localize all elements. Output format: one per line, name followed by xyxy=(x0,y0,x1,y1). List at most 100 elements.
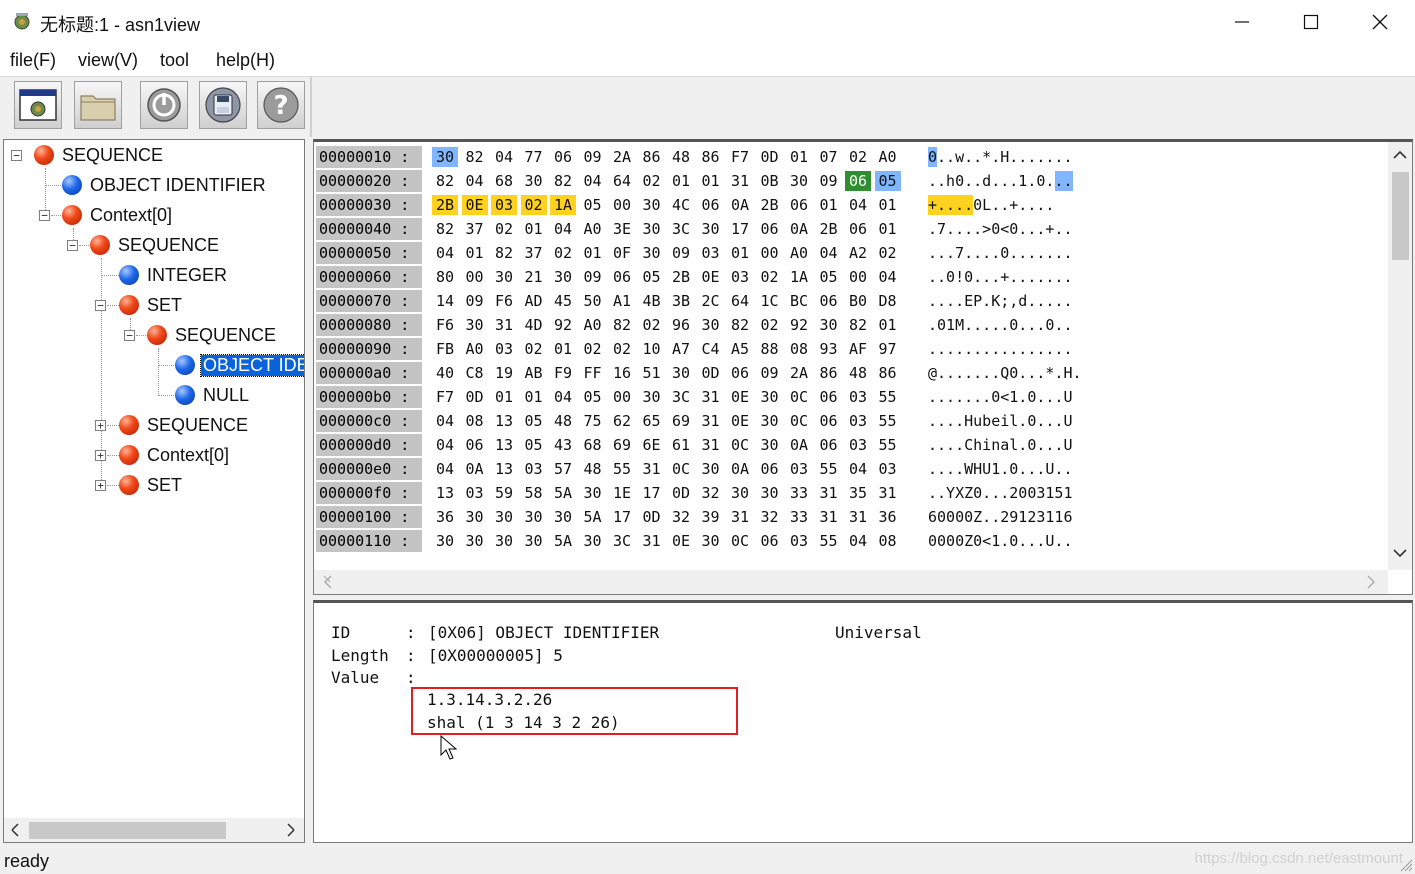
hex-byte[interactable]: B0 xyxy=(845,291,871,311)
hex-byte[interactable]: 30 xyxy=(462,531,488,551)
hex-byte[interactable]: 13 xyxy=(491,411,517,431)
tree-collapse-toggle[interactable]: − xyxy=(124,330,135,341)
asn1-tree-panel[interactable]: − − − − − + + + SEQUENCE OBJECT IDENTIFI… xyxy=(3,139,305,843)
toolbar-open-button[interactable] xyxy=(74,81,122,129)
tree-expand-toggle[interactable]: + xyxy=(95,480,106,491)
hex-byte[interactable]: 36 xyxy=(432,507,458,527)
hex-byte[interactable]: 30 xyxy=(550,507,576,527)
hex-byte[interactable]: 30 xyxy=(786,171,812,191)
hex-byte[interactable]: D8 xyxy=(875,291,901,311)
hex-byte[interactable]: 30 xyxy=(698,459,724,479)
hex-byte[interactable]: 2A xyxy=(786,363,812,383)
hex-byte[interactable]: 80 xyxy=(432,267,458,287)
hex-byte[interactable]: 06 xyxy=(816,387,842,407)
hex-byte[interactable]: 17 xyxy=(639,483,665,503)
hex-byte[interactable]: 82 xyxy=(432,219,458,239)
hex-byte[interactable]: 68 xyxy=(491,171,517,191)
tree-node[interactable]: SET xyxy=(119,472,184,498)
hex-byte[interactable]: 03 xyxy=(845,435,871,455)
hex-row[interactable]: 000000b0 : F7 0D 01 01 04 05 00 30 3C 31 0E 30 0C 06 03… xyxy=(316,386,1376,408)
hex-byte[interactable]: A2 xyxy=(845,243,871,263)
hex-byte[interactable]: 05 xyxy=(580,195,606,215)
hex-byte[interactable]: 48 xyxy=(668,147,694,167)
hex-byte[interactable]: 3C xyxy=(668,219,694,239)
hex-byte[interactable]: 55 xyxy=(816,531,842,551)
hex-byte[interactable]: A1 xyxy=(609,291,635,311)
hex-byte[interactable]: 3B xyxy=(668,291,694,311)
hex-byte[interactable]: 3C xyxy=(609,531,635,551)
tree-node-selected[interactable]: OBJECT IDENTIFIER xyxy=(175,352,304,378)
hex-byte[interactable]: 02 xyxy=(520,195,547,215)
hex-byte[interactable]: 86 xyxy=(698,147,724,167)
scroll-up-icon[interactable] xyxy=(1393,150,1407,159)
hex-byte[interactable]: 05 xyxy=(874,171,901,191)
hex-byte[interactable]: 0E xyxy=(461,195,488,215)
hex-byte[interactable]: 08 xyxy=(462,411,488,431)
tree-node[interactable]: SEQUENCE xyxy=(119,412,250,438)
hex-byte[interactable]: 82 xyxy=(727,315,753,335)
hex-byte[interactable]: 82 xyxy=(845,315,871,335)
hex-byte[interactable]: 00 xyxy=(757,243,783,263)
hex-byte[interactable]: 01 xyxy=(580,243,606,263)
hex-byte[interactable]: 32 xyxy=(668,507,694,527)
hex-byte[interactable]: 96 xyxy=(668,315,694,335)
hex-byte[interactable]: 30 xyxy=(550,267,576,287)
hex-byte[interactable]: F7 xyxy=(432,387,458,407)
hex-byte[interactable]: 06 xyxy=(816,435,842,455)
hex-byte[interactable]: 03 xyxy=(845,387,871,407)
hex-byte[interactable]: 10 xyxy=(639,339,665,359)
hex-byte[interactable]: 1E xyxy=(609,483,635,503)
hex-byte[interactable]: 16 xyxy=(609,363,635,383)
hex-byte[interactable]: 64 xyxy=(727,291,753,311)
hex-row[interactable]: 00000040 :82 37 02 01 04 A0 3E 30 3C 30 17 06 0A 2B 06… xyxy=(316,218,1376,240)
hex-byte[interactable]: 02 xyxy=(875,243,901,263)
hex-byte[interactable]: 01 xyxy=(521,219,547,239)
hex-byte[interactable]: BC xyxy=(786,291,812,311)
hex-byte[interactable]: 02 xyxy=(639,171,665,191)
hex-byte[interactable]: 88 xyxy=(757,339,783,359)
hex-byte[interactable]: 5A xyxy=(580,507,606,527)
hex-byte[interactable]: 01 xyxy=(698,171,724,191)
tree-node[interactable]: INTEGER xyxy=(119,262,229,288)
hex-byte[interactable]: 04 xyxy=(875,267,901,287)
hex-byte[interactable]: 06 xyxy=(609,267,635,287)
hex-byte[interactable]: 69 xyxy=(609,435,635,455)
hex-byte[interactable]: 1A xyxy=(550,195,576,215)
hex-byte[interactable]: 62 xyxy=(609,411,635,431)
tree-node[interactable]: SET xyxy=(119,292,184,318)
hex-byte[interactable]: 01 xyxy=(816,195,842,215)
hex-byte[interactable]: A0 xyxy=(580,219,606,239)
tree-expand-toggle[interactable]: + xyxy=(95,450,106,461)
hex-byte[interactable]: 55 xyxy=(609,459,635,479)
toolbar-app-button[interactable] xyxy=(14,81,62,129)
hex-byte[interactable]: 09 xyxy=(816,171,842,191)
hex-byte[interactable]: F9 xyxy=(550,363,576,383)
hex-byte[interactable]: 06 xyxy=(816,291,842,311)
hex-byte[interactable]: 0A xyxy=(786,435,812,455)
hex-byte[interactable]: 31 xyxy=(639,459,665,479)
hex-byte[interactable]: 04 xyxy=(432,435,458,455)
hex-byte[interactable]: 0A xyxy=(727,459,753,479)
hex-byte[interactable]: 02 xyxy=(580,339,606,359)
hex-byte[interactable]: 30 xyxy=(698,219,724,239)
hex-byte[interactable]: 01 xyxy=(491,387,517,407)
hex-byte[interactable]: 01 xyxy=(875,195,901,215)
hex-byte[interactable]: 02 xyxy=(609,339,635,359)
hex-byte[interactable]: 30 xyxy=(668,363,694,383)
hex-byte[interactable]: 86 xyxy=(816,363,842,383)
hex-byte[interactable]: 2B xyxy=(432,195,458,215)
tree-node[interactable]: Context[0] xyxy=(62,202,174,228)
toolbar-save-button[interactable] xyxy=(199,81,247,129)
hex-byte[interactable]: 00 xyxy=(609,195,635,215)
hex-byte[interactable]: 57 xyxy=(550,459,576,479)
hex-byte[interactable]: 37 xyxy=(521,243,547,263)
hex-byte[interactable]: 30 xyxy=(816,315,842,335)
hex-byte[interactable]: 31 xyxy=(845,507,871,527)
hex-byte[interactable]: 04 xyxy=(845,195,871,215)
tree-node[interactable]: OBJECT IDENTIFIER xyxy=(62,172,268,198)
hex-byte[interactable]: 09 xyxy=(580,147,606,167)
hex-row[interactable]: 00000080 : F6 30 31 4D 92 A0 82 02 96 30 82 02 92 30 82… xyxy=(316,314,1376,336)
hex-byte[interactable]: 06 xyxy=(816,411,842,431)
hex-byte[interactable]: 0C xyxy=(668,459,694,479)
hex-byte[interactable]: 48 xyxy=(550,411,576,431)
